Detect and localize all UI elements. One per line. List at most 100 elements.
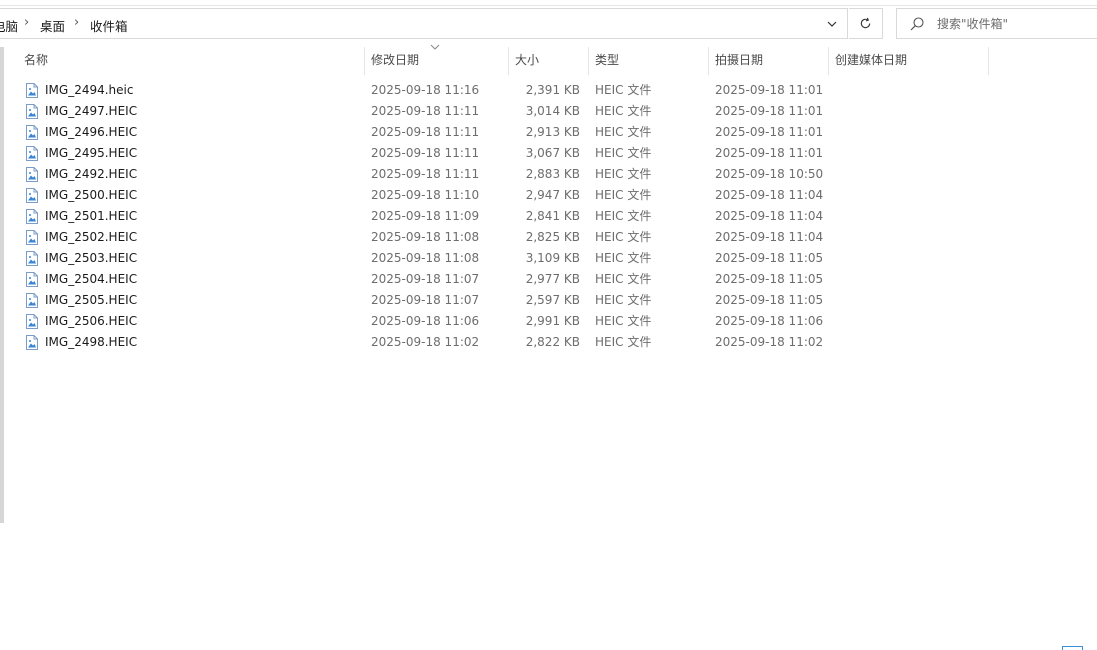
file-size: 2,597 KB xyxy=(525,293,580,307)
file-date-taken: 2025-09-18 11:05 xyxy=(715,251,824,265)
file-date-taken: 2025-09-18 11:06 xyxy=(715,314,824,328)
file-type: HEIC 文件 xyxy=(595,335,652,349)
file-type: HEIC 文件 xyxy=(595,167,652,181)
address-history-button[interactable] xyxy=(822,15,842,33)
file-date-taken: 2025-09-18 11:04 xyxy=(715,230,824,244)
column-date-taken-label: 拍摄日期 xyxy=(715,53,764,67)
file-modified-date: 2025-09-18 11:09 xyxy=(371,209,480,223)
file-type: HEIC 文件 xyxy=(595,230,652,244)
file-date-taken: 2025-09-18 11:01 xyxy=(715,104,824,118)
file-modified-date: 2025-09-18 11:11 xyxy=(371,125,480,139)
file-size: 3,014 KB xyxy=(525,104,580,118)
file-type: HEIC 文件 xyxy=(595,209,652,223)
file-size: 2,991 KB xyxy=(525,314,580,328)
file-modified-date: 2025-09-18 11:07 xyxy=(371,293,480,307)
file-name: IMG_2503.HEIC xyxy=(45,251,138,265)
column-type-label: 类型 xyxy=(595,53,620,67)
image-file-icon xyxy=(26,167,38,182)
refresh-button[interactable] xyxy=(849,8,883,39)
file-size: 2,977 KB xyxy=(525,272,580,286)
file-type: HEIC 文件 xyxy=(595,293,652,307)
file-date-taken: 2025-09-18 11:04 xyxy=(715,188,824,202)
file-row[interactable]: IMG_2492.HEIC 2025-09-18 11:11 2,883 KB HEI… xyxy=(20,164,824,185)
file-name: IMG_2494.heic xyxy=(45,83,134,97)
file-row[interactable]: IMG_2497.HEIC 2025-09-18 11:11 3,014 KB HEI… xyxy=(20,101,824,122)
file-row[interactable]: IMG_2496.HEIC 2025-09-18 11:11 2,913 KB HEI… xyxy=(20,122,824,143)
file-modified-date: 2025-09-18 11:07 xyxy=(371,272,480,286)
image-file-icon xyxy=(26,146,38,161)
column-size[interactable]: 大小 xyxy=(509,47,589,75)
column-media-created[interactable]: 创建媒体日期 xyxy=(829,47,989,75)
file-row[interactable]: IMG_2502.HEIC 2025-09-18 11:08 2,825 KB HEI… xyxy=(20,227,824,248)
file-date-taken: 2025-09-18 11:05 xyxy=(715,293,824,307)
breadcrumb-desktop[interactable]: 桌面 xyxy=(40,16,65,35)
column-name[interactable]: 名称 xyxy=(18,47,365,75)
image-file-icon xyxy=(26,209,38,224)
navigation-pane-scrollbar[interactable] xyxy=(0,47,4,523)
search-icon xyxy=(910,17,924,31)
file-type: HEIC 文件 xyxy=(595,125,652,139)
file-name: IMG_2497.HEIC xyxy=(45,104,138,118)
file-size: 2,391 KB xyxy=(525,83,580,97)
file-name: IMG_2492.HEIC xyxy=(45,167,138,181)
search-box[interactable] xyxy=(896,8,1097,39)
file-name: IMG_2496.HEIC xyxy=(45,125,138,139)
file-type: HEIC 文件 xyxy=(595,104,652,118)
file-date-taken: 2025-09-18 10:50 xyxy=(715,167,824,181)
breadcrumb-separator[interactable]: › xyxy=(24,15,29,30)
file-date-taken: 2025-09-18 11:01 xyxy=(715,146,824,160)
file-name: IMG_2501.HEIC xyxy=(45,209,138,223)
file-size: 3,109 KB xyxy=(525,251,580,265)
file-modified-date: 2025-09-18 11:16 xyxy=(371,83,480,97)
column-media-created-label: 创建媒体日期 xyxy=(835,53,908,67)
sort-descending-icon xyxy=(430,44,440,50)
file-row[interactable]: IMG_2501.HEIC 2025-09-18 11:09 2,841 KB HEI… xyxy=(20,206,824,227)
file-size: 2,913 KB xyxy=(525,125,580,139)
search-input[interactable] xyxy=(937,14,1087,34)
view-toggle-button[interactable] xyxy=(1062,646,1083,650)
file-name: IMG_2502.HEIC xyxy=(45,230,138,244)
file-name: IMG_2504.HEIC xyxy=(45,272,138,286)
column-type[interactable]: 类型 xyxy=(589,47,709,75)
image-file-icon xyxy=(26,188,38,203)
file-row[interactable]: IMG_2500.HEIC 2025-09-18 11:10 2,947 KB HEI… xyxy=(20,185,824,206)
file-row[interactable]: IMG_2504.HEIC 2025-09-18 11:07 2,977 KB HEI… xyxy=(20,269,824,290)
column-date-taken[interactable]: 拍摄日期 xyxy=(709,47,829,75)
file-date-taken: 2025-09-18 11:02 xyxy=(715,335,824,349)
file-row[interactable]: IMG_2494.heic 2025-09-18 11:16 2,391 KB HEI… xyxy=(20,80,823,101)
file-date-taken: 2025-09-18 11:04 xyxy=(715,209,824,223)
file-type: HEIC 文件 xyxy=(595,83,652,97)
breadcrumb-pc[interactable]: 电脑 xyxy=(0,16,18,35)
image-file-icon xyxy=(26,293,38,308)
file-type: HEIC 文件 xyxy=(595,314,652,328)
file-size: 3,067 KB xyxy=(525,146,580,160)
file-name: IMG_2495.HEIC xyxy=(45,146,138,160)
file-modified-date: 2025-09-18 11:02 xyxy=(371,335,480,349)
file-size: 2,822 KB xyxy=(525,335,580,349)
file-row[interactable]: IMG_2498.HEIC 2025-09-18 11:02 2,822 KB HEI… xyxy=(20,332,824,353)
file-row[interactable]: IMG_2495.HEIC 2025-09-18 11:11 3,067 KB HEI… xyxy=(20,143,824,164)
file-name: IMG_2505.HEIC xyxy=(45,293,138,307)
breadcrumb-separator[interactable]: › xyxy=(74,15,79,30)
file-modified-date: 2025-09-18 11:08 xyxy=(371,230,480,244)
column-modified[interactable]: 修改日期 xyxy=(365,47,509,75)
file-row[interactable]: IMG_2505.HEIC 2025-09-18 11:07 2,597 KB HEI… xyxy=(20,290,824,311)
column-header: 名称 修改日期 大小 类型 拍摄日期 创建媒体日期 xyxy=(0,47,1097,75)
image-file-icon xyxy=(26,335,38,350)
file-modified-date: 2025-09-18 11:08 xyxy=(371,251,480,265)
image-file-icon xyxy=(26,125,38,140)
title-bar-edge xyxy=(0,0,1097,6)
file-modified-date: 2025-09-18 11:11 xyxy=(371,146,480,160)
file-type: HEIC 文件 xyxy=(595,188,652,202)
file-date-taken: 2025-09-18 11:01 xyxy=(715,125,824,139)
column-size-label: 大小 xyxy=(515,53,540,67)
file-date-taken: 2025-09-18 11:05 xyxy=(715,272,824,286)
file-modified-date: 2025-09-18 11:10 xyxy=(371,188,480,202)
image-file-icon xyxy=(26,230,38,245)
breadcrumb-inbox[interactable]: 收件箱 xyxy=(90,16,128,35)
file-row[interactable]: IMG_2506.HEIC 2025-09-18 11:06 2,991 KB HEI… xyxy=(20,311,824,332)
file-type: HEIC 文件 xyxy=(595,146,652,160)
file-row[interactable]: IMG_2503.HEIC 2025-09-18 11:08 3,109 KB HEI… xyxy=(20,248,824,269)
address-bar[interactable]: 电脑 › 桌面 › 收件箱 xyxy=(0,8,848,39)
file-size: 2,883 KB xyxy=(525,167,580,181)
